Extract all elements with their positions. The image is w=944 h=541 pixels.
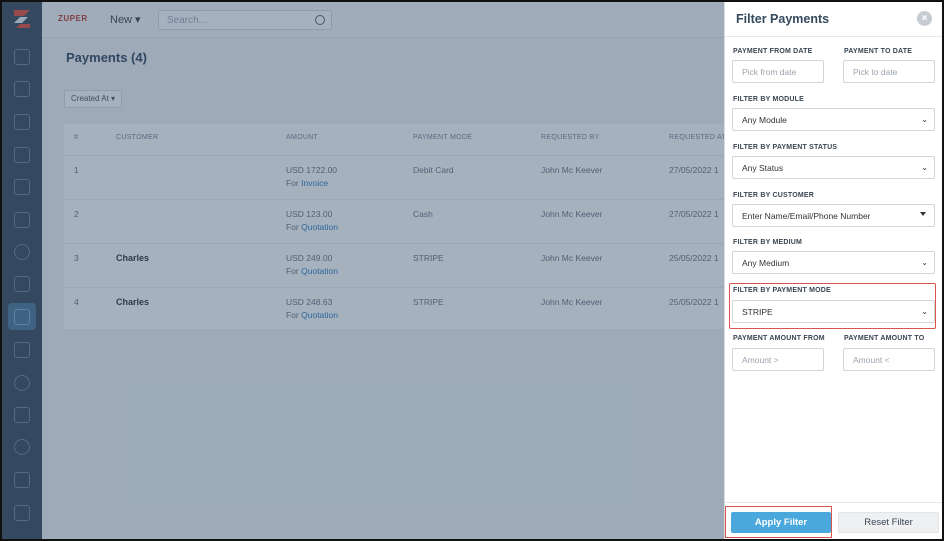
customer-placeholder: Enter Name/Email/Phone Number — [742, 211, 871, 221]
panel-divider — [725, 36, 942, 37]
reset-filter-button[interactable]: Reset Filter — [838, 512, 939, 533]
to-date-label: PAYMENT TO DATE — [844, 48, 913, 55]
medium-value: Any Medium — [742, 258, 790, 268]
amount-to-label: PAYMENT AMOUNT TO — [844, 335, 925, 342]
customer-select[interactable]: Enter Name/Email/Phone Number — [732, 204, 935, 227]
module-select[interactable]: Any Module ⌄ — [732, 108, 935, 131]
from-date-input[interactable]: Pick from date — [732, 60, 824, 83]
status-value: Any Status — [742, 163, 784, 173]
medium-select[interactable]: Any Medium ⌄ — [732, 251, 935, 274]
caret-down-icon — [920, 212, 926, 216]
status-select[interactable]: Any Status ⌄ — [732, 156, 935, 179]
medium-label: FILTER BY MEDIUM — [733, 239, 803, 246]
modal-backdrop[interactable] — [2, 2, 724, 539]
amount-from-label: PAYMENT AMOUNT FROM — [733, 335, 825, 342]
close-icon[interactable]: × — [917, 11, 932, 26]
payment-mode-highlight — [729, 283, 936, 329]
customer-label: FILTER BY CUSTOMER — [733, 192, 814, 199]
footer-divider — [725, 502, 942, 503]
module-label: FILTER BY MODULE — [733, 96, 804, 103]
chevron-down-icon: ⌄ — [921, 258, 928, 267]
chevron-down-icon: ⌄ — [921, 163, 928, 172]
status-label: FILTER BY PAYMENT STATUS — [733, 144, 838, 151]
chevron-down-icon: ⌄ — [921, 115, 928, 124]
filter-panel-title: Filter Payments — [736, 12, 830, 26]
from-date-label: PAYMENT FROM DATE — [733, 48, 813, 55]
amount-to-input[interactable]: Amount < — [843, 348, 935, 371]
filter-panel: Filter Payments × PAYMENT FROM DATE PAYM… — [724, 2, 942, 539]
module-value: Any Module — [742, 115, 787, 125]
amount-from-input[interactable]: Amount > — [732, 348, 824, 371]
app-window: ZUPER New ▾ Search... Payments (4) Creat… — [0, 0, 944, 541]
apply-button-highlight — [725, 506, 832, 538]
to-date-input[interactable]: Pick to date — [843, 60, 935, 83]
